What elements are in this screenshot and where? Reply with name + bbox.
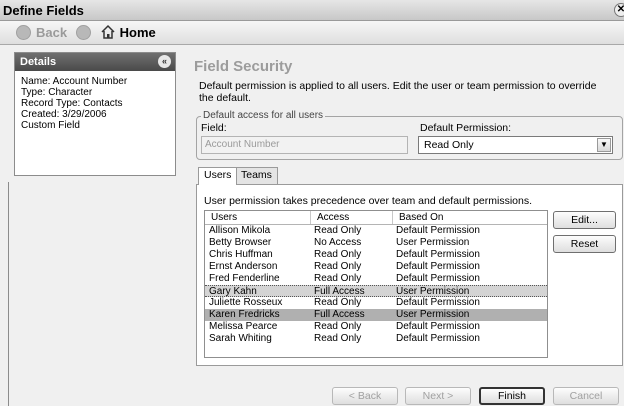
cell-user: Karen Fredricks: [209, 309, 280, 320]
back-label: Back: [36, 25, 68, 40]
column-header-based-on[interactable]: Based On: [393, 211, 547, 224]
cell-access: No Access: [314, 237, 362, 248]
table-row[interactable]: Juliette Rosseux Read Only Default Permi…: [205, 297, 547, 309]
table-row[interactable]: Karen Fredricks Full Access User Permiss…: [205, 309, 547, 321]
cell-user: Juliette Rosseux: [209, 297, 283, 308]
details-line: Record Type: Contacts: [21, 98, 123, 109]
details-line: Created: 3/29/2006: [21, 109, 107, 120]
home-label: Home: [119, 25, 156, 40]
cell-access: Read Only: [314, 333, 362, 344]
collapse-icon[interactable]: «: [158, 55, 171, 68]
table-row[interactable]: Gary Kahn Full Access User Permission: [205, 285, 547, 297]
cell-access: Read Only: [314, 261, 362, 272]
section-title: Field Security: [194, 58, 293, 75]
left-divider: [8, 182, 9, 406]
field-name-input: Account Number: [201, 136, 408, 154]
column-header-access[interactable]: Access: [311, 211, 393, 224]
details-title: Details: [20, 56, 57, 68]
default-permission-label: Default Permission:: [420, 122, 512, 134]
cell-user: Betty Browser: [209, 237, 272, 248]
cell-user: Sarah Whiting: [209, 333, 272, 344]
cell-user: Allison Mikola: [209, 225, 271, 236]
user-permissions-list[interactable]: Users Access Based On Allison Mikola Rea…: [204, 210, 548, 358]
field-label: Field:: [201, 122, 227, 134]
cell-user: Chris Huffman: [209, 249, 273, 260]
reset-button[interactable]: Reset: [553, 235, 616, 253]
cell-access: Full Access: [314, 309, 365, 320]
details-line: Name: Account Number: [21, 76, 128, 87]
details-body: Name: Account Number Type: Character Rec…: [15, 71, 175, 136]
edit-button[interactable]: Edit...: [553, 211, 616, 229]
window-title: Define Fields: [3, 3, 84, 18]
table-row[interactable]: Fred Fenderline Read Only Default Permis…: [205, 273, 547, 285]
cell-based-on: Default Permission: [396, 297, 480, 308]
window-titlebar: Define Fields ✕: [0, 0, 624, 21]
home-button[interactable]: Home: [76, 24, 156, 42]
cell-access: Read Only: [314, 225, 362, 236]
cell-user: Fred Fenderline: [209, 273, 280, 284]
home-icon: [101, 24, 115, 39]
default-permission-select[interactable]: Read Only ▼: [418, 136, 613, 154]
cell-access: Read Only: [314, 321, 362, 332]
cell-access: Read Only: [314, 249, 362, 260]
details-line: Type: Character: [21, 87, 93, 98]
cell-based-on: Default Permission: [396, 249, 480, 260]
cell-access: Read Only: [314, 273, 362, 284]
list-header: Users Access Based On: [205, 211, 547, 225]
tab-users[interactable]: Users: [198, 167, 238, 185]
cancel-button[interactable]: Cancel: [553, 387, 619, 405]
default-access-legend: Default access for all users: [201, 110, 326, 121]
cell-based-on: Default Permission: [396, 333, 480, 344]
details-header: Details «: [15, 53, 175, 71]
cell-based-on: Default Permission: [396, 273, 480, 284]
cell-user: Ernst Anderson: [209, 261, 278, 272]
navigation-bar: Back Home: [0, 21, 624, 45]
cell-based-on: User Permission: [396, 237, 470, 248]
table-row[interactable]: Betty Browser No Access User Permission: [205, 237, 547, 249]
table-row[interactable]: Sarah Whiting Read Only Default Permissi…: [205, 333, 547, 345]
column-header-users[interactable]: Users: [205, 211, 311, 224]
chevron-down-icon[interactable]: ▼: [597, 138, 611, 152]
close-icon[interactable]: ✕: [614, 3, 624, 17]
cell-based-on: Default Permission: [396, 321, 480, 332]
table-row[interactable]: Melissa Pearce Read Only Default Permiss…: [205, 321, 547, 333]
cell-based-on: Default Permission: [396, 225, 480, 236]
cell-based-on: Default Permission: [396, 261, 480, 272]
forward-arrow-icon[interactable]: [76, 25, 91, 40]
details-line: Custom Field: [21, 120, 80, 131]
section-description: Default permission is applied to all use…: [199, 80, 597, 104]
finish-button[interactable]: Finish: [479, 387, 545, 405]
cell-based-on: User Permission: [396, 309, 470, 320]
users-tab-description: User permission takes precedence over te…: [204, 195, 532, 207]
table-row[interactable]: Allison Mikola Read Only Default Permiss…: [205, 225, 547, 237]
cell-access: Read Only: [314, 297, 362, 308]
wizard-next-button[interactable]: Next >: [405, 387, 471, 405]
cell-user: Melissa Pearce: [209, 321, 278, 332]
details-panel: Details « Name: Account Number Type: Cha…: [14, 52, 176, 176]
back-arrow-icon: [16, 25, 31, 40]
table-row[interactable]: Ernst Anderson Read Only Default Permiss…: [205, 261, 547, 273]
back-button[interactable]: Back: [16, 24, 67, 42]
table-row[interactable]: Chris Huffman Read Only Default Permissi…: [205, 249, 547, 261]
wizard-back-button[interactable]: < Back: [332, 387, 398, 405]
default-permission-value: Read Only: [424, 139, 474, 151]
tab-teams[interactable]: Teams: [235, 167, 278, 184]
